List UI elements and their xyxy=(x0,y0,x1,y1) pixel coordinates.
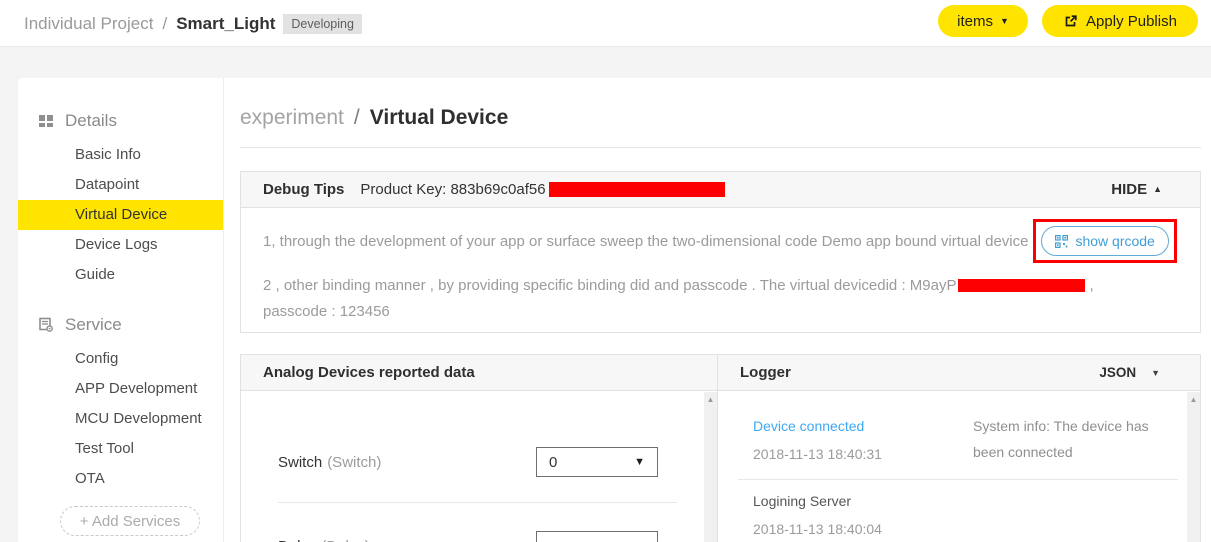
chevron-down-icon: ▼ xyxy=(634,456,645,468)
sidebar-item-datapoint[interactable]: Datapoint xyxy=(18,170,223,200)
status-badge: Developing xyxy=(283,13,362,34)
sidebar-item-basic-info[interactable]: Basic Info xyxy=(18,140,223,170)
content-card: Details Basic Info Datapoint Virtual Dev… xyxy=(18,78,1211,542)
log-timestamp: 2018-11-13 18:40:04 xyxy=(753,521,882,537)
analog-panel-scrollbar[interactable]: ▲ xyxy=(704,392,717,542)
sidebar-section-title: Service xyxy=(65,315,122,334)
debug-tip-2-tail: , xyxy=(1089,277,1094,294)
switch-value-select[interactable]: 0 ▼ xyxy=(536,447,658,477)
sidebar-item-test-tool[interactable]: Test Tool xyxy=(18,434,223,464)
qrcode-icon xyxy=(1055,234,1069,248)
analog-panel-header: Analog Devices reported data xyxy=(241,355,717,391)
debug-tip-2-text: 2 , other binding manner , by providing … xyxy=(263,277,957,294)
breadcrumb-root[interactable]: Individual Project xyxy=(24,14,153,34)
items-button-label: items xyxy=(957,12,993,30)
add-services-button[interactable]: + Add Services xyxy=(60,506,200,536)
external-link-icon xyxy=(1063,14,1078,29)
hide-label: HIDE xyxy=(1111,181,1148,198)
page-title: experiment / Virtual Device xyxy=(240,106,1201,130)
log-event-link[interactable]: Device connected xyxy=(753,418,973,434)
chevron-up-icon: ▲ xyxy=(1153,184,1162,194)
passcode-text: passcode : 123456 xyxy=(263,303,390,320)
log-detail: System info: The device has been connect… xyxy=(973,418,1149,460)
datapoint-alias: (Switch) xyxy=(327,453,382,471)
sidebar-item-guide[interactable]: Guide xyxy=(18,260,223,290)
grid-icon xyxy=(38,113,54,129)
page-title-section: experiment xyxy=(240,106,344,129)
datapoint-row-delay: Delay (Delay) xyxy=(278,531,658,542)
debug-tips-header: Debug Tips Product Key: 883b69c0af56 HID… xyxy=(241,172,1200,208)
debug-tips-title: Debug Tips xyxy=(263,181,345,198)
datapoint-name: Delay xyxy=(278,538,316,542)
items-dropdown-button[interactable]: items ▼ xyxy=(938,5,1028,37)
logger-panel: Logger JSON ▼ Device connected 2018-11-1… xyxy=(717,354,1201,542)
sidebar-details-list: Basic Info Datapoint Virtual Device Devi… xyxy=(18,140,223,290)
log-format-label: JSON xyxy=(1099,365,1137,380)
sidebar-section-details: Details xyxy=(38,108,223,134)
breadcrumb-separator: / xyxy=(162,13,168,33)
logger-panel-scrollbar[interactable]: ▲ xyxy=(1187,392,1200,542)
redaction-bar xyxy=(958,279,1086,292)
redaction-bar xyxy=(548,182,725,197)
sidebar-item-app-development[interactable]: APP Development xyxy=(18,374,223,404)
log-entry: Device connected 2018-11-13 18:40:31 Sys… xyxy=(753,418,1179,465)
logger-panel-body: Device connected 2018-11-13 18:40:31 Sys… xyxy=(718,391,1200,537)
datapoint-name: Switch xyxy=(278,453,323,471)
breadcrumb-project-name: Smart_Light xyxy=(176,13,276,33)
top-bar: Individual Project / Smart_Light Develop… xyxy=(0,0,1211,47)
log-format-dropdown[interactable]: JSON ▼ xyxy=(1099,365,1200,380)
sidebar-section-service: Service xyxy=(38,312,223,338)
page-title-current: Virtual Device xyxy=(369,106,509,129)
sidebar-section-title: Details xyxy=(65,111,117,130)
log-divider xyxy=(738,479,1178,480)
debug-tip-1-text: 1, through the development of your app o… xyxy=(263,232,1029,250)
bottom-panels: Analog Devices reported data Switch (Swi… xyxy=(240,354,1201,542)
log-entry-left: Logining Server 2018-11-13 18:40:04 xyxy=(753,493,973,537)
analog-panel-body: Switch (Switch) 0 ▼ Delay (Delay) xyxy=(241,447,717,542)
debug-tips-panel: Debug Tips Product Key: 883b69c0af56 HID… xyxy=(240,171,1201,333)
scroll-up-arrow-icon[interactable]: ▲ xyxy=(704,392,717,404)
debug-tip-line-2: 2 , other binding manner , by providing … xyxy=(263,277,1178,294)
show-qrcode-button[interactable]: show qrcode xyxy=(1041,226,1169,256)
hide-toggle-button[interactable]: HIDE ▲ xyxy=(1111,181,1200,198)
title-divider xyxy=(240,147,1201,148)
sidebar-item-virtual-device[interactable]: Virtual Device xyxy=(18,200,223,230)
page-title-separator: / xyxy=(353,106,360,129)
scroll-up-arrow-icon[interactable]: ▲ xyxy=(1187,392,1200,404)
sidebar-item-mcu-development[interactable]: MCU Development xyxy=(18,404,223,434)
sidebar-service-list: Config APP Development MCU Development T… xyxy=(18,344,223,494)
debug-tips-body: 1, through the development of your app o… xyxy=(241,219,1200,320)
debug-tip-line-1: 1, through the development of your app o… xyxy=(263,219,1178,263)
datapoint-row-switch: Switch (Switch) 0 ▼ xyxy=(278,447,658,477)
log-timestamp: 2018-11-13 18:40:31 xyxy=(753,446,882,462)
switch-value: 0 xyxy=(549,453,558,471)
sidebar-item-config[interactable]: Config xyxy=(18,344,223,374)
main-content: experiment / Virtual Device Debug Tips P… xyxy=(224,78,1211,542)
service-gear-icon xyxy=(38,317,54,333)
sidebar-item-device-logs[interactable]: Device Logs xyxy=(18,230,223,260)
sidebar-item-ota[interactable]: OTA xyxy=(18,464,223,494)
chevron-down-icon: ▼ xyxy=(999,15,1009,26)
analog-panel-title: Analog Devices reported data xyxy=(263,364,475,381)
sidebar: Details Basic Info Datapoint Virtual Dev… xyxy=(18,78,224,542)
show-qrcode-label: show qrcode xyxy=(1075,233,1155,249)
apply-publish-label: Apply Publish xyxy=(1086,12,1177,30)
chevron-down-icon: ▼ xyxy=(1151,367,1160,378)
delay-value-select[interactable] xyxy=(536,531,658,542)
red-annotation-box: show qrcode xyxy=(1033,219,1177,263)
analog-devices-panel: Analog Devices reported data Switch (Swi… xyxy=(240,354,718,542)
log-entry: Logining Server 2018-11-13 18:40:04 xyxy=(753,493,1179,537)
product-key-text: Product Key: 883b69c0af56 xyxy=(360,181,546,198)
breadcrumb: Individual Project / Smart_Light Develop… xyxy=(24,0,362,47)
logger-panel-header: Logger JSON ▼ xyxy=(718,355,1200,391)
log-event: Logining Server xyxy=(753,493,852,509)
datapoint-alias: (Delay) xyxy=(321,538,369,542)
apply-publish-button[interactable]: Apply Publish xyxy=(1042,5,1198,37)
log-entry-left: Device connected 2018-11-13 18:40:31 xyxy=(753,418,973,465)
row-divider xyxy=(278,502,677,503)
logger-panel-title: Logger xyxy=(740,364,791,381)
